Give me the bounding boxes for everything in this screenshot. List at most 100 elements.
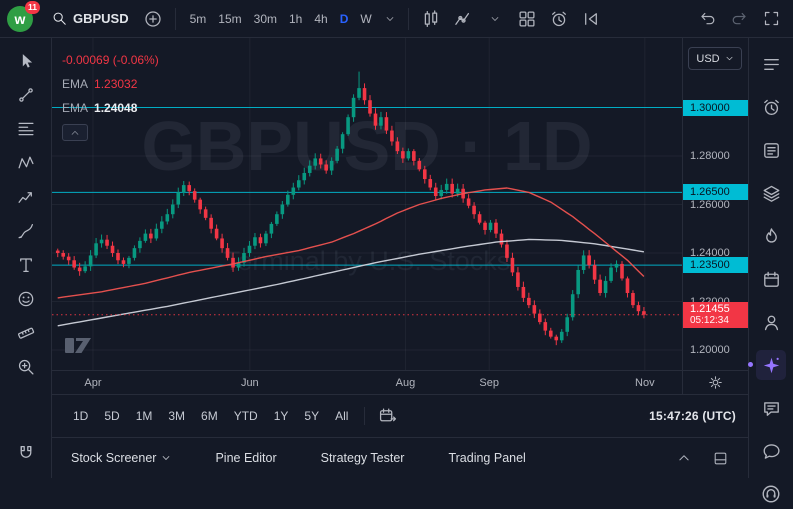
replay-icon [582,10,600,28]
alarm-clock-icon [762,98,781,117]
chat-button[interactable] [756,393,786,423]
range-5d[interactable]: 5D [97,405,126,427]
range-1y[interactable]: 1Y [267,405,296,427]
last-price-badge: 1.2145505:12:34 [683,302,748,328]
timeframe-4h[interactable]: 4h [308,7,333,31]
range-divider [364,407,365,425]
tradingview-logo[interactable] [64,335,102,360]
range-1m[interactable]: 1M [129,405,160,427]
candles-icon [422,10,440,28]
right-sidebar [748,38,793,478]
timeframe-5m[interactable]: 5m [184,7,213,31]
bar-replay-button[interactable] [577,5,605,33]
timeframe-d[interactable]: D [334,7,355,31]
range-ytd[interactable]: YTD [227,405,265,427]
cursor-icon [17,52,35,70]
symbol-name: GBPUSD [73,11,129,26]
symbol-search-button[interactable]: GBPUSD [44,5,137,33]
range-6m[interactable]: 6M [194,405,225,427]
chart-pane[interactable]: GBPUSD · 1D Terminal by U.S. Stocks -0.0… [52,38,682,370]
chart-style-button[interactable] [417,5,445,33]
range-all[interactable]: All [328,405,355,427]
cursor-tool[interactable] [8,45,44,76]
fullscreen-button[interactable] [757,5,785,33]
chart-settings-button[interactable] [702,369,730,397]
time-axis-label-jun: Jun [241,377,259,389]
forecast-tool[interactable] [8,181,44,212]
timeframe-1h[interactable]: 1h [283,7,308,31]
time-axis[interactable]: AprJunAugSepNov [52,371,682,394]
measure-tool[interactable] [8,317,44,348]
redo-button[interactable] [725,5,753,33]
news-icon [762,141,781,160]
trend-line-tool[interactable] [8,79,44,110]
public-chats-button[interactable] [756,436,786,466]
help-button[interactable] [756,479,786,509]
timeframe-w[interactable]: W [354,7,377,31]
indicator-templates-button[interactable] [481,5,509,33]
object-tree-button[interactable] [756,178,786,208]
zoom-in-tool[interactable] [8,351,44,382]
chat-icon [762,399,781,418]
stock-screener-tab-label: Stock Screener [71,451,156,465]
indicators-button[interactable] [449,5,477,33]
time-axis-label-sep: Sep [479,377,499,389]
pine-editor-tab[interactable]: Pine Editor [215,451,276,465]
utc-clock[interactable]: 15:47:26 (UTC) [649,409,736,423]
hotlists-button[interactable] [756,221,786,251]
ai-assistant-button[interactable] [756,350,786,380]
timeframe-menu-button[interactable] [380,5,400,33]
gann-fib-tool[interactable] [8,113,44,144]
sparkle-icon [762,356,781,375]
range-1d[interactable]: 1D [66,405,95,427]
emoji-tool[interactable] [8,283,44,314]
price-axis-label: 1.28000 [683,149,748,163]
time-axis-label-nov: Nov [635,377,655,389]
panel-expand-button[interactable] [670,444,698,472]
chart-tools-group [417,5,605,33]
go-to-date-button[interactable] [374,402,402,430]
economic-calendar-button[interactable] [756,264,786,294]
fib-lines-icon [17,120,35,138]
timeframe-15m[interactable]: 15m [212,7,247,31]
main-menu-button[interactable]: w 11 [6,4,38,34]
caret-down-icon [161,453,171,463]
timeframe-30m[interactable]: 30m [248,7,283,31]
magnet-mode-button[interactable] [8,437,44,468]
watchlist-panel-button[interactable] [756,49,786,79]
zoom-icon [17,358,35,376]
compare-symbol-button[interactable] [139,5,167,33]
ideas-button[interactable] [756,307,786,337]
price-axis[interactable]: USD 1.300001.280001.265001.260001.240001… [682,38,748,370]
ema-slow-value: 1.24048 [94,101,137,115]
range-toolbar: 1D5D1M3M6MYTD1Y5YAll 15:47:26 (UTC) [52,394,748,437]
trading-panel-tab-label: Trading Panel [448,451,525,465]
caret-down-icon [490,14,500,24]
time-axis-row: AprJunAugSepNov [52,370,748,394]
caret-down-icon [725,54,734,63]
top-toolbar: w 11 GBPUSD 5m15m30m1h4hDW [0,0,793,38]
text-tool[interactable] [8,249,44,280]
alerts-panel-button[interactable] [756,92,786,122]
pattern-tool[interactable] [8,147,44,178]
range-5y[interactable]: 5Y [297,405,326,427]
fullscreen-icon [763,10,780,27]
range-3m[interactable]: 3M [161,405,192,427]
strategy-tester-tab[interactable]: Strategy Tester [321,451,405,465]
chevron-up-icon [70,128,80,138]
currency-dropdown[interactable]: USD [688,47,742,70]
search-icon [52,11,67,26]
trading-panel-tab[interactable]: Trading Panel [448,451,525,465]
undo-button[interactable] [693,5,721,33]
ema-fast-legend[interactable]: EMA 1.23032 [62,72,159,96]
ema-slow-legend[interactable]: EMA 1.24048 [62,96,159,120]
brush-tool[interactable] [8,215,44,246]
layout-grid-button[interactable] [513,5,541,33]
stock-screener-tab[interactable]: Stock Screener [71,451,171,465]
panel-restore-button[interactable] [706,444,734,472]
chart-row: GBPUSD · 1D Terminal by U.S. Stocks -0.0… [52,38,748,370]
create-alert-button[interactable] [545,5,573,33]
calendar-icon [762,270,781,289]
legend-collapse-button[interactable] [62,124,88,141]
news-panel-button[interactable] [756,135,786,165]
